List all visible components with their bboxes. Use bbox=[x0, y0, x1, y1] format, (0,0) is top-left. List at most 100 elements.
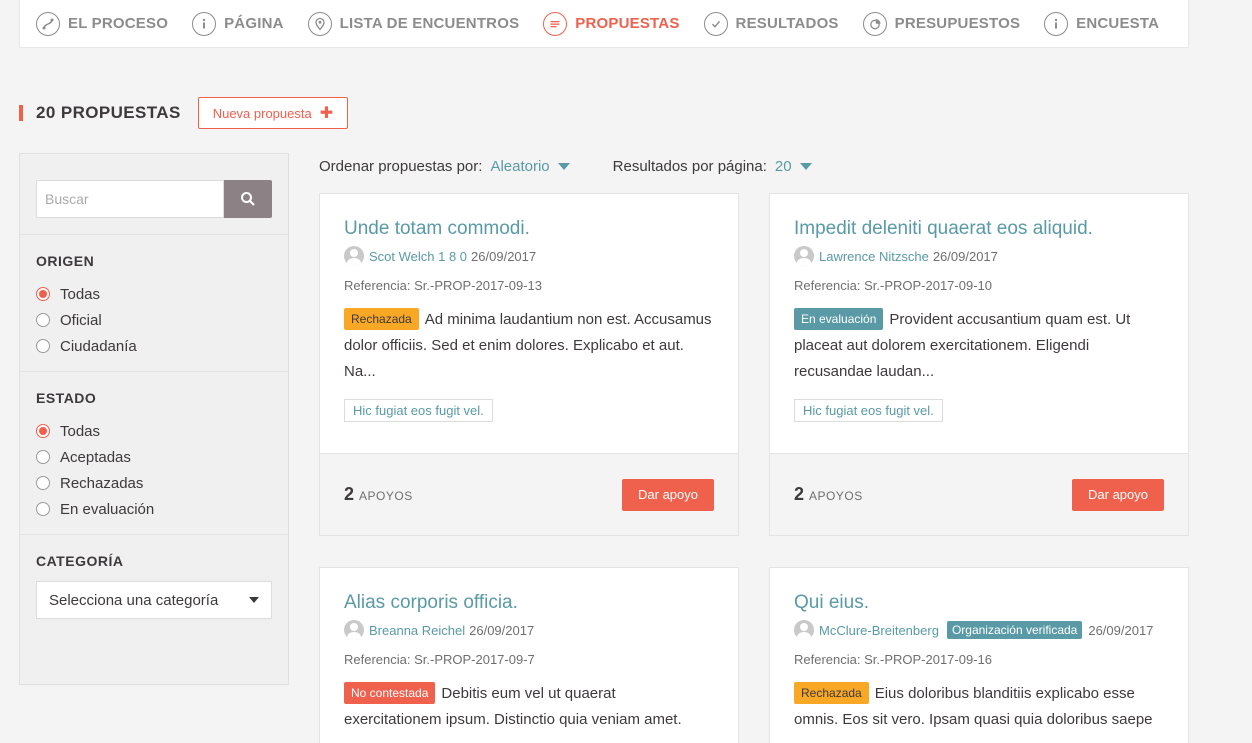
radio-button[interactable] bbox=[36, 424, 50, 438]
category-filter: CATEGORÍA Selecciona una categoría bbox=[20, 535, 288, 631]
avatar bbox=[344, 620, 364, 640]
per-page-dropdown[interactable]: 20 bbox=[775, 158, 812, 175]
search-button[interactable] bbox=[224, 180, 272, 218]
state-option-aceptadas[interactable]: Aceptadas bbox=[36, 444, 272, 470]
radio-button[interactable] bbox=[36, 339, 50, 353]
caret-down-icon bbox=[249, 597, 259, 603]
verified-organization-badge: Organización verificada bbox=[946, 621, 1083, 639]
state-option-todas[interactable]: Todas bbox=[36, 418, 272, 444]
radio-label: En evaluación bbox=[60, 500, 155, 518]
author-row: Lawrence Nitzsche 26/09/2017 bbox=[794, 246, 1164, 266]
author-name[interactable]: Lawrence Nitzsche bbox=[819, 249, 929, 264]
nav-item-pagina[interactable]: PÁGINA bbox=[192, 11, 284, 36]
new-proposal-label: Nueva propuesta bbox=[212, 105, 312, 121]
avatar bbox=[794, 620, 814, 640]
proposal-title[interactable]: Alias corporis officia. bbox=[344, 592, 714, 614]
nav-item-el-proceso[interactable]: EL PROCESO bbox=[36, 11, 169, 36]
radio-label: Aceptadas bbox=[60, 448, 131, 466]
author-row: McClure-Breitenberg Organización verific… bbox=[794, 620, 1164, 640]
title-accent-bar bbox=[19, 105, 23, 121]
nav-item-encuesta[interactable]: ENCUESTA bbox=[1044, 11, 1160, 36]
order-label: Ordenar propuestas por: bbox=[319, 157, 483, 175]
info-icon bbox=[1044, 11, 1069, 36]
origin-option-ciudadania[interactable]: Ciudadanía bbox=[36, 333, 272, 359]
status-badge: Rechazada bbox=[794, 682, 869, 704]
check-icon bbox=[703, 11, 728, 36]
state-filter-title: ESTADO bbox=[36, 390, 97, 406]
proposal-reference: Referencia: Sr.-PROP-2017-09-13 bbox=[344, 278, 542, 293]
nav-label: PÁGINA bbox=[224, 15, 284, 32]
status-badge: No contestada bbox=[344, 682, 436, 704]
info-icon bbox=[192, 11, 217, 36]
avatar bbox=[344, 246, 364, 266]
proposal-card: Alias corporis officia. Breanna Reichel … bbox=[319, 567, 739, 743]
nav-label: EL PROCESO bbox=[68, 15, 169, 32]
search-input[interactable] bbox=[36, 180, 224, 218]
supports-label: APOYOS bbox=[359, 489, 413, 503]
radio-button[interactable] bbox=[36, 287, 50, 301]
proposal-reference: Referencia: Sr.-PROP-2017-09-7 bbox=[344, 652, 535, 667]
nav-label: LISTA DE ENCUENTROS bbox=[339, 15, 520, 32]
origin-filter: ORIGEN Todas Oficial Ciudadanía bbox=[20, 235, 288, 372]
category-tag[interactable]: Hic fugiat eos fugit vel. bbox=[344, 399, 493, 422]
caret-down-icon bbox=[557, 162, 570, 170]
state-option-en-evaluacion[interactable]: En evaluación bbox=[36, 496, 272, 522]
nav-label: PRESUPUESTOS bbox=[894, 15, 1021, 32]
plus-icon: ✚ bbox=[319, 105, 334, 122]
proposal-excerpt: Rechazada Ad minima laudantium non est. A… bbox=[344, 307, 714, 385]
state-option-rechazadas[interactable]: Rechazadas bbox=[36, 470, 272, 496]
proposal-date: 26/09/2017 bbox=[469, 622, 535, 638]
radio-button[interactable] bbox=[36, 502, 50, 516]
radio-button[interactable] bbox=[36, 476, 50, 490]
new-proposal-button[interactable]: Nueva propuesta ✚ bbox=[197, 97, 349, 129]
radio-label: Ciudadanía bbox=[60, 337, 137, 355]
state-filter: ESTADO Todas Aceptadas Rechazadas En eva… bbox=[20, 372, 288, 535]
per-page-label: Resultados por página: bbox=[612, 157, 767, 175]
proposal-title[interactable]: Unde totam commodi. bbox=[344, 218, 714, 240]
radio-label: Oficial bbox=[60, 311, 102, 329]
origin-filter-title: ORIGEN bbox=[36, 253, 95, 269]
avatar bbox=[794, 246, 814, 266]
proposal-card: Qui eius. McClure-Breitenberg Organizaci… bbox=[769, 567, 1189, 743]
origin-option-oficial[interactable]: Oficial bbox=[36, 307, 272, 333]
proposal-reference: Referencia: Sr.-PROP-2017-09-16 bbox=[794, 652, 992, 667]
proposal-excerpt: No contestada Debitis eum vel ut quaerat … bbox=[344, 681, 714, 733]
order-value: Aleatorio bbox=[490, 157, 550, 175]
proposal-card: Unde totam commodi. Scot Welch 1 8 0 26/… bbox=[319, 193, 739, 536]
supports-number: 2 bbox=[794, 484, 805, 504]
status-badge: Rechazada bbox=[344, 308, 419, 330]
filters-sidebar: ORIGEN Todas Oficial Ciudadanía ESTADO T… bbox=[19, 153, 289, 685]
origin-option-todas[interactable]: Todas bbox=[36, 281, 272, 307]
nav-item-lista-de-encuentros[interactable]: LISTA DE ENCUENTROS bbox=[307, 11, 520, 36]
search-icon bbox=[241, 192, 255, 206]
support-button[interactable]: Dar apoyo bbox=[622, 478, 714, 511]
nav-label: RESULTADOS bbox=[735, 15, 839, 32]
proposal-title[interactable]: Impedit deleniti quaerat eos aliquid. bbox=[794, 218, 1164, 240]
author-name[interactable]: Breanna Reichel bbox=[369, 623, 465, 638]
proposal-excerpt: En evaluación Provident accusantium quam … bbox=[794, 307, 1164, 385]
proposal-date: 26/09/2017 bbox=[1088, 622, 1154, 638]
card-footer: 2 APOYOS Dar apoyo bbox=[770, 453, 1188, 535]
proposal-title[interactable]: Qui eius. bbox=[794, 592, 1164, 614]
status-badge: En evaluación bbox=[794, 308, 884, 330]
nav-label: ENCUESTA bbox=[1076, 15, 1160, 32]
radio-label: Todas bbox=[60, 422, 101, 440]
nav-item-propuestas[interactable]: PROPUESTAS bbox=[543, 11, 679, 36]
radio-button[interactable] bbox=[36, 450, 50, 464]
author-name[interactable]: Scot Welch 1 8 0 bbox=[369, 249, 467, 264]
nav-item-presupuestos[interactable]: PRESUPUESTOS bbox=[862, 11, 1021, 36]
category-select-value: Selecciona una categoría bbox=[49, 591, 219, 609]
order-dropdown[interactable]: Aleatorio bbox=[490, 157, 570, 175]
radio-label: Todas bbox=[60, 285, 101, 303]
support-button[interactable]: Dar apoyo bbox=[1072, 478, 1164, 511]
radio-button[interactable] bbox=[36, 313, 50, 327]
per-page-value: 20 bbox=[774, 157, 792, 175]
author-row: Breanna Reichel 26/09/2017 bbox=[344, 620, 714, 640]
nav-item-resultados[interactable]: RESULTADOS bbox=[703, 11, 839, 36]
category-select[interactable]: Selecciona una categoría bbox=[36, 581, 272, 619]
proposals-icon bbox=[543, 11, 568, 36]
search-row bbox=[20, 154, 288, 235]
category-tag[interactable]: Hic fugiat eos fugit vel. bbox=[794, 399, 943, 422]
author-name[interactable]: McClure-Breitenberg bbox=[819, 623, 939, 638]
proposals-header: 20 PROPUESTAS Nueva propuesta ✚ bbox=[19, 97, 349, 129]
